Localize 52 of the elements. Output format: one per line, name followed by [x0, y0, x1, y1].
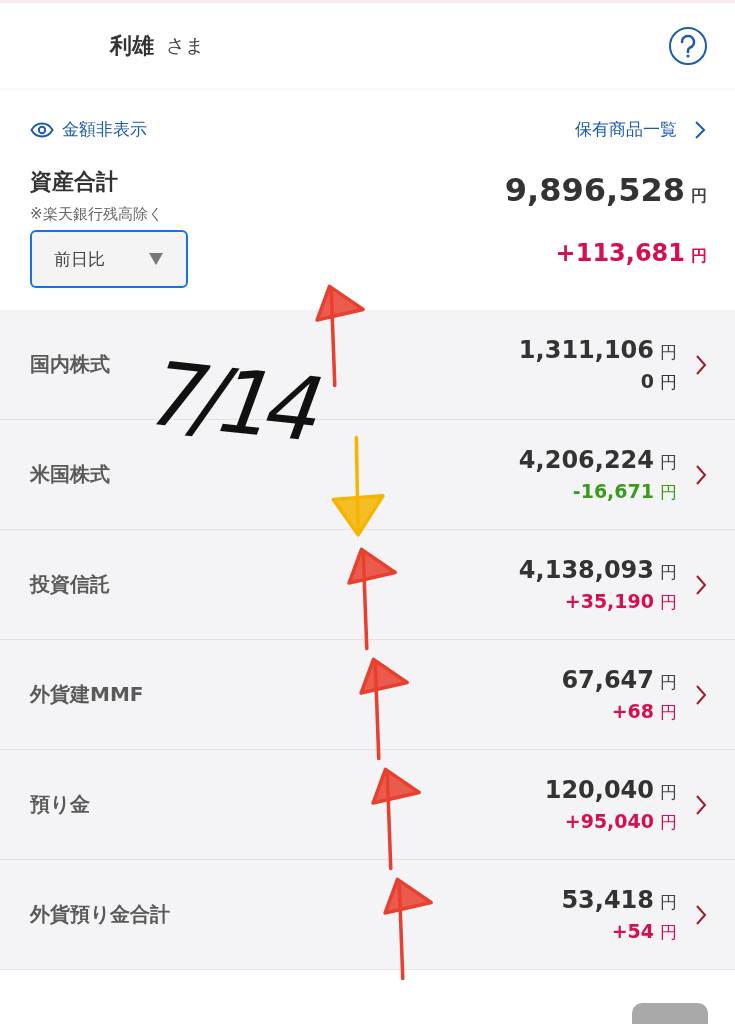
help-button[interactable]	[669, 26, 707, 65]
honorific: さま	[166, 32, 205, 58]
yen-unit: 円	[691, 246, 707, 267]
yen-unit: 円	[660, 560, 677, 584]
yen-unit: 円	[660, 340, 677, 364]
chevron-right-icon[interactable]	[695, 903, 707, 926]
asset-change: +95,040	[564, 809, 654, 832]
asset-name: 預り金	[30, 791, 91, 818]
asset-amount: 120,040	[544, 775, 654, 804]
yen-unit: 円	[660, 670, 677, 694]
handwritten-note: 7/14	[134, 350, 331, 454]
eye-icon	[30, 121, 54, 138]
asset-name: 国内株式	[30, 351, 111, 378]
total-change: +113,681	[555, 239, 685, 267]
yen-unit: 円	[660, 700, 677, 724]
total-assets-title: 資産合計	[30, 168, 118, 196]
asset-change: +35,190	[564, 589, 654, 612]
asset-change: +68	[611, 699, 654, 722]
yen-unit: 円	[660, 810, 677, 834]
dropdown-triangle-icon	[148, 252, 164, 266]
asset-change: +54	[611, 919, 654, 942]
holdings-link[interactable]: 保有商品一覧	[575, 118, 707, 141]
asset-amount: 53,418	[561, 885, 654, 914]
yen-unit: 円	[660, 920, 677, 944]
asset-amount: 4,138,093	[518, 555, 654, 584]
yen-unit: 円	[660, 890, 677, 914]
period-select[interactable]: 前日比	[30, 230, 188, 288]
yen-unit: 円	[660, 780, 677, 804]
total-amount: 9,896,528	[504, 171, 685, 209]
asset-name: 外貨預り金合計	[30, 901, 171, 928]
user-name: 利雄	[110, 31, 154, 60]
yen-unit: 円	[660, 450, 677, 474]
asset-change: 0	[640, 369, 654, 392]
asset-amount: 1,311,106	[518, 335, 654, 364]
yen-unit: 円	[660, 480, 677, 504]
asset-name: 米国株式	[30, 461, 111, 488]
chevron-right-icon[interactable]	[695, 353, 707, 376]
chevron-right-icon[interactable]	[695, 793, 707, 816]
hide-amounts-link[interactable]: 金額非表示	[30, 118, 147, 141]
chevron-right-icon[interactable]	[695, 683, 707, 706]
chevron-right-icon[interactable]	[695, 573, 707, 596]
asset-change: -16,671	[572, 479, 654, 502]
yen-unit: 円	[660, 590, 677, 614]
yen-unit: 円	[660, 370, 677, 394]
asset-amount: 4,206,224	[518, 445, 654, 474]
asset-name: 外貨建MMF	[30, 681, 145, 708]
asset-name: 投資信託	[30, 571, 111, 598]
asset-amount: 67,647	[561, 665, 654, 694]
chevron-right-icon[interactable]	[695, 463, 707, 486]
excluded-note: ※楽天銀行残高除く	[30, 205, 163, 224]
yen-unit: 円	[691, 186, 707, 207]
chevron-right-icon	[693, 118, 707, 141]
